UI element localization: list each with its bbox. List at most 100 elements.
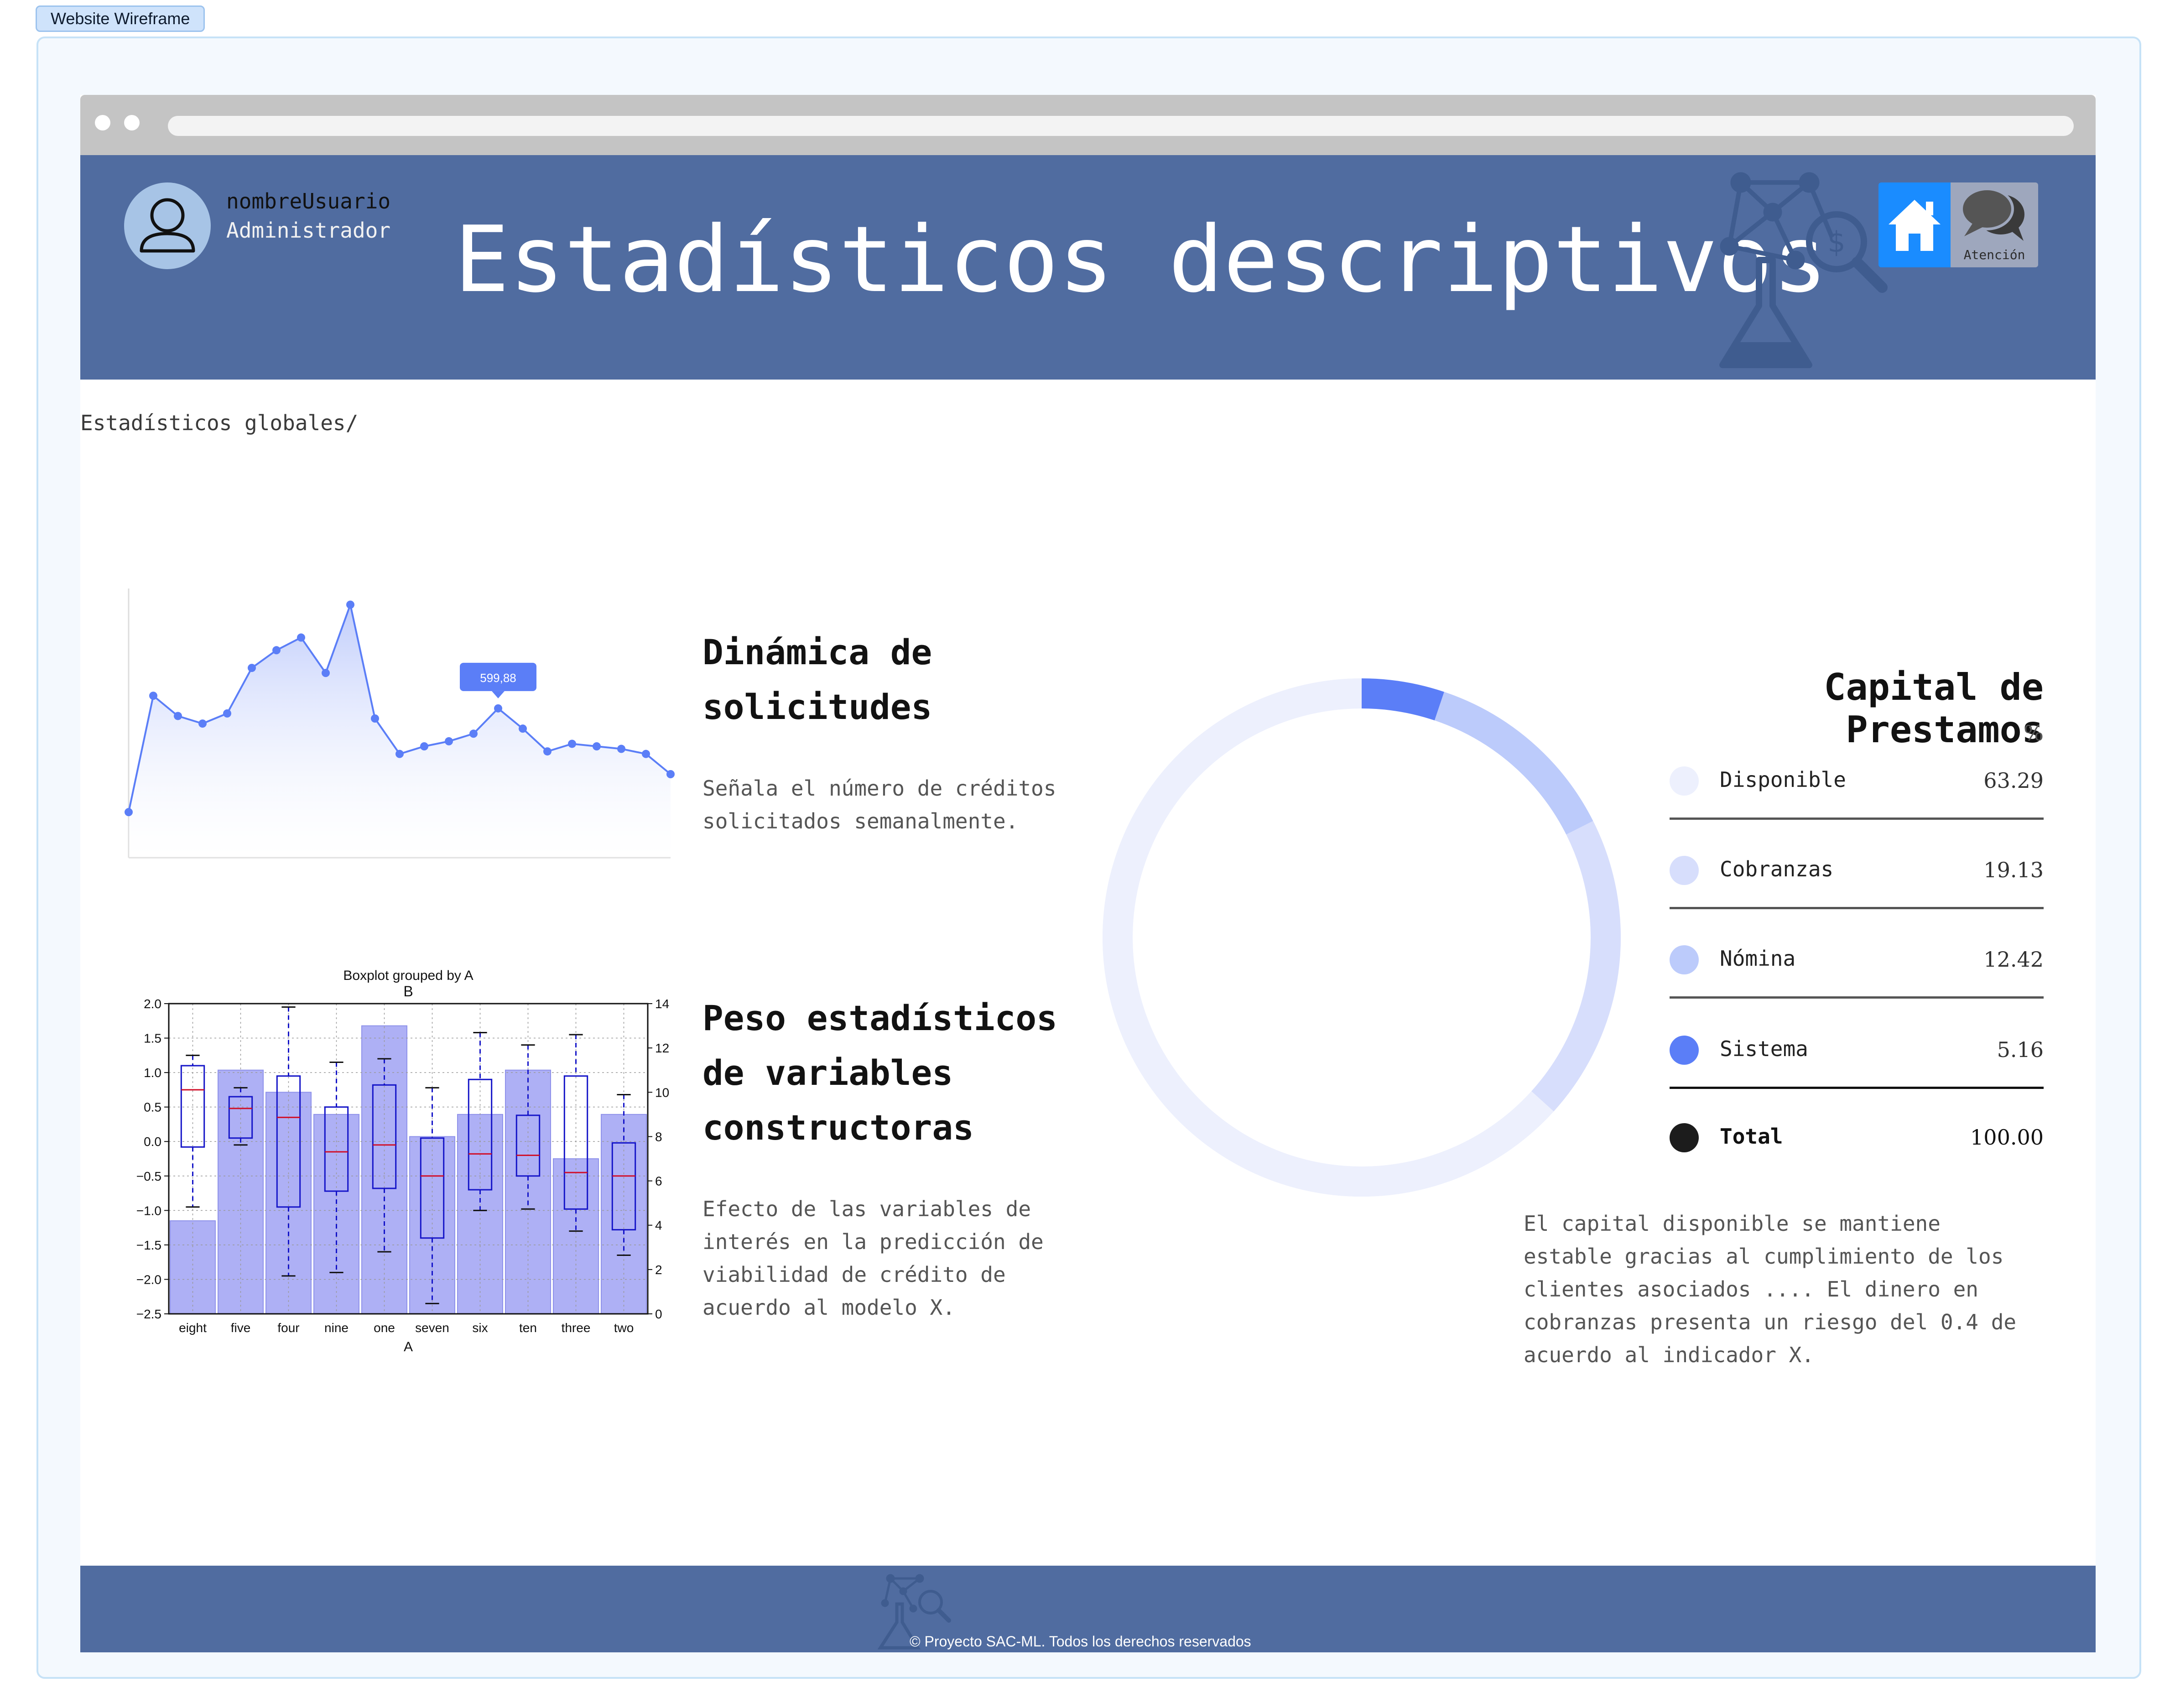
section1-description-line: solicitados semanalmente. xyxy=(702,809,1019,833)
bar xyxy=(170,1220,216,1314)
data-point xyxy=(395,750,404,758)
section1-description-line: Señala el número de créditos xyxy=(702,776,1056,801)
right-tick-label: 2 xyxy=(655,1263,662,1277)
data-point xyxy=(666,770,675,778)
capital-title: Capital de Prestamos xyxy=(1824,666,2044,751)
data-point xyxy=(420,742,428,750)
chat-button[interactable]: Atención xyxy=(1951,182,2038,267)
legend-row-cobranzas: Cobranzas 19.13 xyxy=(1670,842,2044,911)
legend-swatch xyxy=(1670,856,1699,885)
data-point xyxy=(322,669,330,677)
home-icon xyxy=(1889,200,1941,251)
legend-label: Cobranzas xyxy=(1720,857,1834,881)
category-label: three xyxy=(562,1321,591,1335)
data-point xyxy=(346,600,354,609)
donut-slice-sistema xyxy=(1361,678,1444,721)
data-point xyxy=(568,739,576,748)
category-label: eight xyxy=(179,1321,207,1335)
bar xyxy=(265,1092,312,1314)
left-tick-label: 1.5 xyxy=(144,1031,161,1046)
address-bar[interactable] xyxy=(168,116,2074,136)
data-point xyxy=(519,724,527,733)
x-axis-label: A xyxy=(404,1339,413,1354)
legend-row-nomina: Nómina 12.42 xyxy=(1670,932,2044,1000)
header: nombreUsuario Administrador Estadísticos… xyxy=(80,155,2096,380)
section2-heading-line: Peso estadísticos xyxy=(702,998,1057,1038)
home-button[interactable] xyxy=(1878,182,1951,267)
username: nombreUsuario xyxy=(226,189,391,214)
left-tick-label: −1.0 xyxy=(136,1203,161,1218)
section2-description-line: interés en la predicción de xyxy=(702,1229,1044,1254)
left-tick-label: −2.0 xyxy=(136,1272,161,1286)
divider xyxy=(1670,818,2044,820)
user-icon xyxy=(140,198,195,253)
legend-row-total: Total 100.00 xyxy=(1670,1109,2044,1178)
data-point xyxy=(617,745,625,753)
section1-description: Señala el número de créditos solicitados… xyxy=(702,772,1113,838)
legend-value: 100.00 xyxy=(1970,1125,2044,1150)
data-point xyxy=(248,664,256,672)
legend-row-sistema: Sistema 5.16 xyxy=(1670,1022,2044,1090)
left-tick-label: −1.5 xyxy=(136,1238,161,1252)
user-avatar[interactable] xyxy=(124,182,211,269)
chat-label: Atención xyxy=(1963,247,2025,262)
area-fill xyxy=(129,604,671,858)
data-point xyxy=(445,737,453,745)
browser-bar xyxy=(80,95,2096,155)
legend-row-disponible: Disponible 63.29 xyxy=(1670,753,2044,821)
capital-description: El capital disponible se mantiene establ… xyxy=(1524,1207,2071,1371)
chat-bubbles-icon xyxy=(1960,187,2024,241)
data-point xyxy=(272,646,281,655)
window-dot xyxy=(124,115,140,130)
data-point xyxy=(371,714,379,723)
section2-description-line: viabilidad de crédito de xyxy=(702,1262,1006,1287)
donut-slice-disponible xyxy=(1103,678,1554,1197)
legend-value: 5.16 xyxy=(1997,1037,2044,1062)
molecule-flask-logo-icon: $ xyxy=(1719,172,1888,368)
footer: © Proyecto SAC-ML. Todos los derechos re… xyxy=(80,1566,2096,1652)
data-point xyxy=(469,729,478,738)
legend-swatch xyxy=(1670,1123,1699,1152)
user-role: Administrador xyxy=(226,218,391,243)
boxplot-chart: Boxplot grouped by AB 2.0 1.5 1.0 0.5 0.0 −0.5… xyxy=(136,968,669,1354)
left-tick-label: 0.5 xyxy=(144,1100,161,1114)
data-point xyxy=(642,750,650,758)
section1-heading: Dinámica de solicitudes xyxy=(702,625,1113,734)
legend-swatch xyxy=(1670,945,1699,974)
category-label: seven xyxy=(415,1321,449,1335)
donut-slice-cobranzas xyxy=(1531,821,1621,1112)
left-tick-label: −2.5 xyxy=(136,1307,161,1321)
footer-copyright: © Proyecto SAC-ML. Todos los derechos re… xyxy=(910,1633,1251,1650)
section2-description-line: Efecto de las variables de xyxy=(702,1197,1031,1221)
donut-slice-nómina xyxy=(1434,692,1593,835)
window-dot xyxy=(95,115,110,130)
percent-unit: % xyxy=(2024,721,2044,745)
category-label: ten xyxy=(519,1321,537,1335)
right-tick-label: 4 xyxy=(655,1219,662,1233)
section2-heading-line: constructoras xyxy=(702,1107,974,1148)
divider xyxy=(1670,907,2044,909)
capital-description-line: clientes asociados .... El dinero en xyxy=(1524,1277,1978,1302)
legend-label: Disponible xyxy=(1720,767,1846,792)
divider xyxy=(1670,996,2044,999)
data-point xyxy=(223,709,231,718)
capital-description-line: acuerdo al indicador X. xyxy=(1524,1343,1814,1367)
right-tick-label: 0 xyxy=(655,1307,662,1321)
right-tick-label: 10 xyxy=(655,1085,669,1099)
legend-value: 63.29 xyxy=(1983,768,2044,793)
capital-description-line: estable gracias al cumplimiento de los xyxy=(1524,1244,2004,1269)
tooltip-value: 599,88 xyxy=(480,671,516,685)
capital-description-line: El capital disponible se mantiene xyxy=(1524,1211,1941,1236)
legend-swatch xyxy=(1670,1036,1699,1065)
divider xyxy=(1670,1087,2044,1089)
breadcrumb[interactable]: Estadísticos globales/ xyxy=(80,411,358,435)
chart-title: Boxplot grouped by A xyxy=(343,968,473,983)
right-tick-label: 8 xyxy=(655,1130,662,1144)
category-label: two xyxy=(614,1321,634,1335)
chart-subtitle: B xyxy=(403,983,413,1000)
section2-heading: Peso estadísticos de variables construct… xyxy=(702,991,1113,1155)
legend-label: Total xyxy=(1720,1124,1783,1149)
right-tick-label: 12 xyxy=(655,1041,669,1055)
category-label: four xyxy=(277,1321,299,1335)
category-label: nine xyxy=(324,1321,349,1335)
